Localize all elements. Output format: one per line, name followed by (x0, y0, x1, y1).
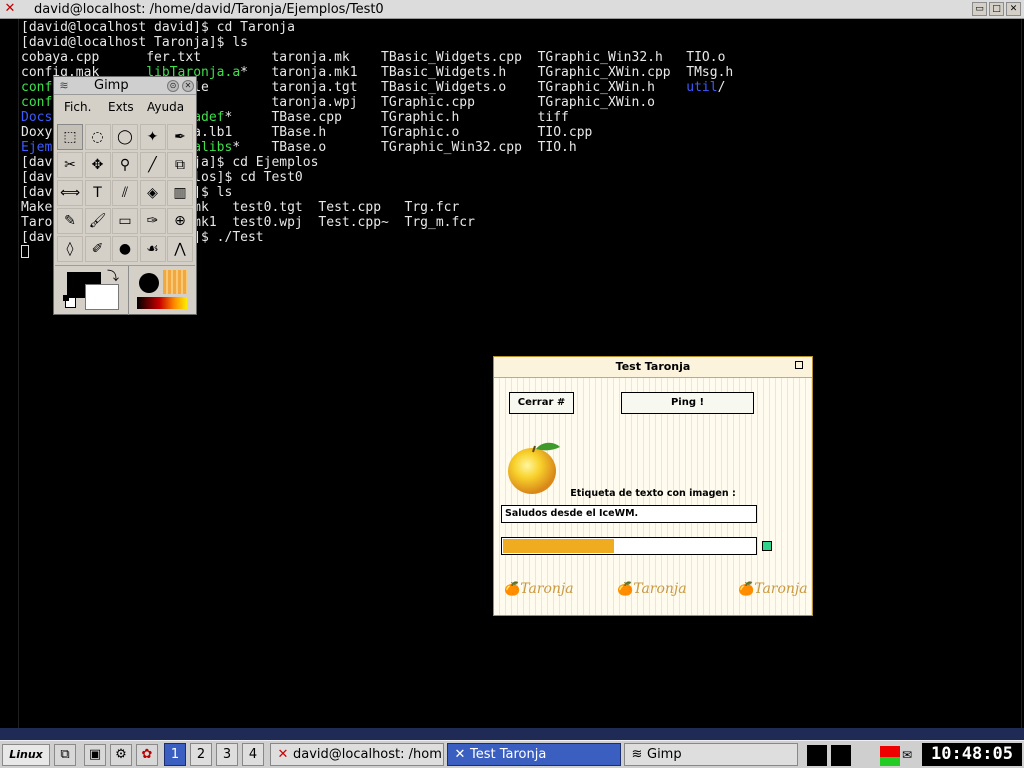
flip-icon[interactable]: ⟺ (57, 180, 83, 206)
menu-fich[interactable]: Fich. (64, 100, 91, 114)
taskbar: Linux ⧉ ▣ ⚙ ✿ 1 2 3 4 ✕ david@localhost: … (0, 740, 1024, 768)
gradient-indicator[interactable] (137, 297, 187, 309)
terminal-line: cobaya.cpp fer.txt taronja.mk TBasic_Wid… (21, 50, 726, 65)
crop-icon[interactable]: ╱ (139, 152, 166, 178)
rect-select-icon[interactable]: ⬚ (57, 124, 83, 150)
terminal-titlebar[interactable]: ✕ david@localhost: /home/david/Taronja/E… (0, 0, 1024, 19)
gimp-menu-icon[interactable]: ≋ (57, 79, 71, 92)
window-list-icon[interactable]: ⧉ (54, 744, 76, 766)
taronja-watermark: 🍊Taronja (738, 581, 808, 597)
task-terminal[interactable]: ✕ david@localhost: /hom... (270, 743, 444, 766)
measure-icon[interactable]: ⋀ (167, 236, 193, 262)
desktop-strip (0, 728, 1024, 740)
swap-colors-icon[interactable]: ⤵ (107, 267, 119, 284)
gimp-close-button[interactable]: ✕ (182, 80, 194, 92)
memory-monitor (831, 745, 851, 766)
move-icon[interactable]: ✥ (84, 152, 111, 178)
taronja-title: Test Taronja (615, 360, 691, 373)
terminal-title: david@localhost: /home/david/Taronja/Eje… (34, 2, 384, 17)
pattern-indicator[interactable] (163, 270, 187, 294)
airbrush-icon[interactable]: ✑ (139, 208, 166, 234)
fuzzy-select-icon[interactable]: ✦ (139, 124, 166, 150)
workspace-button-3[interactable]: 3 (216, 743, 238, 766)
clock: 10:48:05 (922, 743, 1022, 766)
progress-fill (503, 539, 614, 553)
progress-indicator (762, 541, 772, 551)
taronja-titlebar[interactable]: Test Taronja (494, 357, 812, 378)
terminal-launcher-icon[interactable]: ▣ (84, 744, 106, 766)
network-monitor (880, 746, 900, 766)
transform-icon[interactable]: ⧉ (167, 152, 193, 178)
gimp-icon: ≋ (631, 747, 643, 762)
ping-button[interactable]: Ping ! (621, 392, 754, 414)
task-gimp[interactable]: ≋ Gimp (624, 743, 798, 766)
terminal-line: [david@localhost david]$ cd Taronja (21, 20, 295, 35)
taronja-watermark: 🍊Taronja (504, 581, 574, 597)
pencil-icon[interactable]: ✎ (57, 208, 83, 234)
menu-exts[interactable]: Exts (108, 100, 134, 114)
settings-launcher-icon[interactable]: ⚙ (110, 744, 132, 766)
minimize-button[interactable]: ▭ (972, 2, 987, 16)
text-input[interactable]: Saludos desde el IceWM. (501, 505, 757, 523)
progress-bar (501, 537, 757, 555)
brush-indicator[interactable] (139, 273, 159, 293)
clone-icon[interactable]: ⊕ (167, 208, 193, 234)
gimp-menubar: Fich. Exts Ayuda (55, 96, 195, 118)
menu-ayuda[interactable]: Ayuda (147, 100, 184, 114)
test-taronja-window[interactable]: Test Taronja Cerrar # Ping ! Etiqueta de… (493, 356, 813, 616)
start-menu-button[interactable]: Linux (2, 744, 50, 766)
smudge-icon[interactable]: ☙ (139, 236, 166, 262)
gimp-title: Gimp (94, 78, 129, 93)
dodge-burn-icon[interactable]: ● (112, 236, 138, 262)
convolve-icon[interactable]: ◊ (57, 236, 83, 262)
terminal-line: [david@localhost Taronja]$ ls (21, 35, 248, 50)
bucket-fill-icon[interactable]: ◈ (139, 180, 166, 206)
background-color-swatch[interactable] (85, 284, 119, 310)
label-text: Etiqueta de texto con imagen : (570, 488, 736, 499)
workspace-button-2[interactable]: 2 (190, 743, 212, 766)
x-icon: ✕ (277, 747, 289, 762)
cpu-monitor (807, 745, 827, 766)
taronja-close-button[interactable] (795, 361, 803, 369)
blend-icon[interactable]: ▥ (167, 180, 193, 206)
task-test-taronja[interactable]: ✕ Test Taronja (447, 743, 621, 766)
workspace-button-4[interactable]: 4 (242, 743, 264, 766)
maximize-button[interactable]: □ (989, 2, 1004, 16)
x-icon: ✕ (454, 747, 466, 762)
terminal-cursor (21, 245, 29, 258)
gimp-titlebar[interactable]: ≋ Gimp ⊙ ✕ (54, 77, 196, 95)
close-button[interactable]: ✕ (1006, 2, 1021, 16)
xterm-icon[interactable]: ✕ (3, 2, 17, 16)
cerrar-button[interactable]: Cerrar # (509, 392, 574, 414)
gimp-toolbox-window[interactable]: ≋ Gimp ⊙ ✕ Fich. Exts Ayuda ⬚ ◌ ◯ ✦ ✒ ✂ ✥ ⚲ ╱ ⧉ ⟺ T… (53, 76, 197, 315)
gimp-minimize-button[interactable]: ⊙ (167, 80, 179, 92)
ink-icon[interactable]: ✐ (84, 236, 111, 262)
taronja-watermark: 🍊Taronja (617, 581, 687, 597)
scissors-icon[interactable]: ✂ (57, 152, 83, 178)
default-colors-icon[interactable] (63, 295, 76, 308)
eraser-icon[interactable]: ▭ (112, 208, 138, 234)
browser-launcher-icon[interactable]: ✿ (136, 744, 158, 766)
ellipse-select-icon[interactable]: ◌ (84, 124, 111, 150)
text-icon[interactable]: T (84, 180, 111, 206)
workspace-button-1[interactable]: 1 (164, 743, 186, 766)
color-picker-icon[interactable]: ⫽ (112, 180, 138, 206)
zoom-icon[interactable]: ⚲ (112, 152, 138, 178)
free-select-icon[interactable]: ◯ (112, 124, 138, 150)
color-area-divider (128, 266, 129, 315)
mail-icon[interactable]: ✉ (902, 748, 912, 762)
bezier-select-icon[interactable]: ✒ (167, 124, 193, 150)
paintbrush-icon[interactable]: 🖌 (84, 208, 111, 234)
gimp-color-area: ⤵ (55, 265, 195, 315)
